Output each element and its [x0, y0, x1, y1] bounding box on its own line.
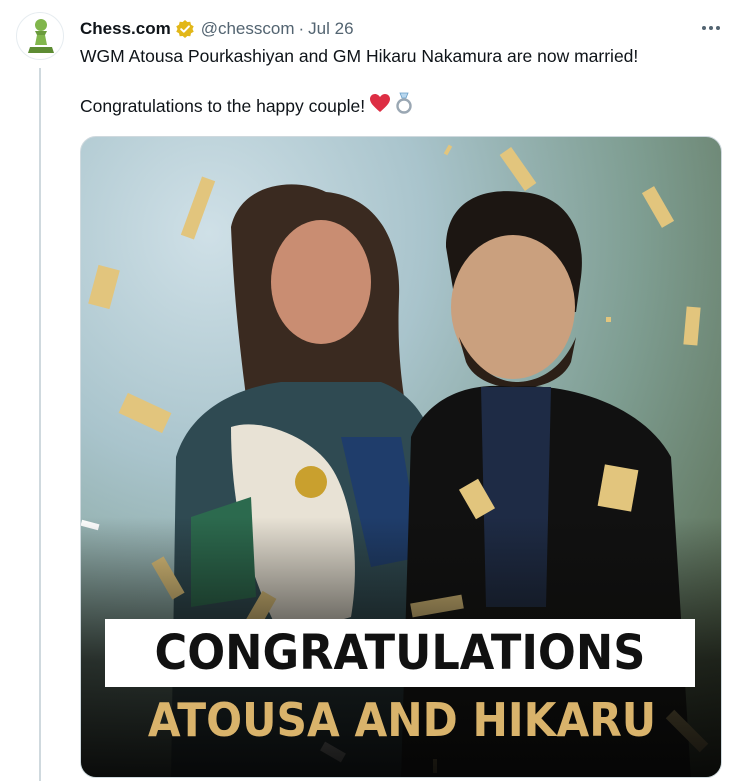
tweet-paragraph-1: WGM Atousa Pourkashiyan and GM Hikaru Na…	[80, 46, 639, 66]
timestamp[interactable]: Jul 26	[308, 19, 353, 39]
more-options-icon[interactable]	[697, 18, 725, 38]
thread-line	[39, 68, 41, 781]
tweet-paragraph-2-row: Congratulations to the happy couple!	[80, 92, 720, 120]
tweet-paragraph-2: Congratulations to the happy couple!	[80, 96, 366, 116]
avatar[interactable]	[16, 12, 64, 60]
congratulations-banner: CONGRATULATIONS	[105, 619, 695, 687]
chess-pawn-icon	[28, 19, 54, 53]
tweet-image[interactable]: CONGRATULATIONS ATOUSA AND HIKARU	[80, 136, 722, 778]
tweet-header: Chess.com @chesscom · Jul 26	[80, 18, 354, 40]
red-heart-icon	[369, 93, 391, 119]
tweet[interactable]: Chess.com @chesscom · Jul 26 WGM Atousa …	[0, 0, 745, 781]
handle[interactable]: @chesscom	[201, 19, 295, 39]
banner-line-2: ATOUSA AND HIKARU	[147, 693, 657, 747]
separator-dot: ·	[298, 19, 305, 38]
verified-badge-icon[interactable]	[175, 19, 195, 39]
ring-icon	[395, 92, 413, 120]
banner-line-1: CONGRATULATIONS	[154, 625, 646, 681]
display-name[interactable]: Chess.com	[80, 19, 171, 39]
tweet-text: WGM Atousa Pourkashiyan and GM Hikaru Na…	[80, 44, 720, 120]
